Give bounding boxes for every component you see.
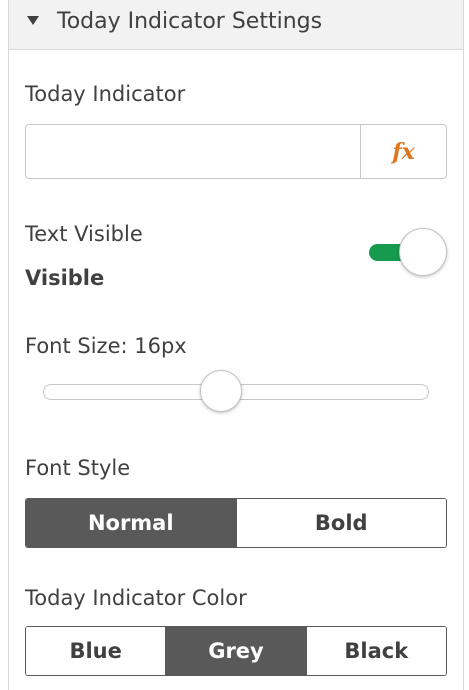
settings-panel: Today Indicator Settings Today Indicator… — [8, 0, 464, 690]
font-style-label: Font Style — [25, 456, 131, 480]
font-size-label: Font Size: 16px — [25, 334, 187, 358]
font-size-slider[interactable] — [43, 368, 439, 416]
font-style-option-bold[interactable]: Bold — [235, 499, 446, 547]
slider-handle[interactable] — [200, 370, 242, 412]
font-style-option-normal[interactable]: Normal — [26, 499, 236, 547]
color-option-grey[interactable]: Grey — [165, 627, 306, 675]
indicator-color-label: Today Indicator Color — [25, 586, 247, 610]
indicator-color-group: Blue Grey Black — [25, 626, 447, 676]
today-indicator-label: Today Indicator — [25, 82, 186, 106]
today-indicator-input[interactable] — [26, 125, 360, 178]
fx-icon: fx — [392, 138, 415, 165]
section-header[interactable]: Today Indicator Settings — [9, 0, 463, 50]
expression-button[interactable]: fx — [360, 125, 446, 178]
section-title: Today Indicator Settings — [57, 9, 323, 34]
text-visible-label: Text Visible — [25, 222, 143, 246]
today-indicator-field: fx — [25, 124, 447, 179]
color-option-black[interactable]: Black — [305, 627, 446, 675]
font-style-group: Normal Bold — [25, 498, 447, 548]
text-visible-toggle[interactable] — [369, 226, 449, 278]
text-visible-state: Visible — [25, 266, 105, 290]
toggle-knob — [399, 228, 447, 276]
color-option-blue[interactable]: Blue — [26, 627, 166, 675]
caret-down-icon — [27, 16, 39, 25]
